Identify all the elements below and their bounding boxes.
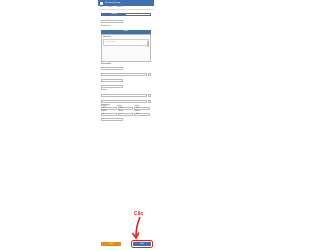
back-button[interactable]: Zurück [101,242,121,246]
arrow-icon [131,216,141,240]
info-panel-title: Datenschutz [103,36,111,38]
info-panel-text: Ihre Angaben werden ausschließlich zur B… [103,38,149,46]
tab-tarif[interactable]: Tarif [100,7,103,8]
mileage-input[interactable]: 12.000 [101,93,147,97]
vehicle-type-select[interactable]: PKW [101,19,123,23]
partial-cover-input[interactable]: Ja [117,112,134,116]
tab-daten[interactable]: Daten [108,7,112,8]
tab-antrag[interactable]: Antrag [117,7,122,8]
mobile-form-column: Kfz-Versicherung Tarif Daten Antrag Fahr… [98,0,154,250]
parking-row: Garage ▾ [101,99,151,103]
full-cover-input[interactable]: Nein [134,112,151,116]
plate-input[interactable]: B-AB 1234 [101,85,123,88]
tab-bar: Tarif Daten Antrag [98,6,154,10]
model-input[interactable]: Golf [101,73,147,76]
grid-cell: Haftpflicht Ja [101,111,117,116]
panel-scrollbar[interactable] [147,40,149,47]
parking-select[interactable]: Garage [101,99,147,103]
field-label: Kennzeichen [101,83,110,85]
chevron-down-icon[interactable]: ▾ [148,99,151,103]
logo-icon [100,1,103,5]
grid-cell: Zahlung jährl. [134,106,151,111]
chevron-down-icon[interactable]: ▾ [148,93,151,97]
deductible-input[interactable]: 300 € [101,118,123,122]
info-panel: Datenschutz Ihre Angaben werden ausschli… [101,33,151,62]
search-icon[interactable]: ⌕ [148,73,151,76]
insurance-grid: SF-Klasse SF 5 Beginn 01.01. Zahlung jäh… [101,106,151,111]
usage-section-title: Nutzung [101,90,107,91]
form-section-title: Fahrzeugdaten [101,63,112,65]
app-title: Kfz-Versicherung [105,2,121,4]
grid-cell: SF-Klasse SF 5 [101,106,117,111]
sf-class-input[interactable]: SF 5 [101,107,117,111]
field-label: Erstzulassung [101,77,111,79]
vehicle-hint: Bitte geben Sie die Daten Ihres Fahrzeug… [101,24,145,27]
segmented-control: Fahrzeug Fahrer [101,13,151,16]
payment-input[interactable]: jährl. [134,107,151,111]
segment-active[interactable]: Fahrzeug [102,14,126,15]
vehicle-type-label: Fahrzeugtyp [101,18,110,19]
form-footer: Zurück Weiter [98,240,154,248]
mileage-row: 12.000 ▾ [101,93,151,97]
page: Kfz-Versicherung Tarif Daten Antrag Fahr… [0,0,250,250]
next-button[interactable]: Weiter [131,240,153,248]
start-date-input[interactable]: 01.01. [117,107,134,111]
grid-cell: Teilkasko Ja [117,111,134,116]
liability-input[interactable]: Ja [101,112,117,116]
grid-cell: Beginn 01.01. [117,106,134,111]
registration-date-input[interactable]: 03/2018 [101,79,123,82]
manufacturer-input[interactable]: Volkswagen [101,67,123,70]
coverage-grid: Haftpflicht Ja Teilkasko Ja Vollkasko Ne… [101,111,151,116]
model-row: Golf ⌕ [101,73,151,76]
grid-cell: Vollkasko Nein [134,111,151,116]
segment-inactive[interactable]: Fahrer [126,14,150,15]
field-label: Selbstbeteiligung [101,116,113,118]
